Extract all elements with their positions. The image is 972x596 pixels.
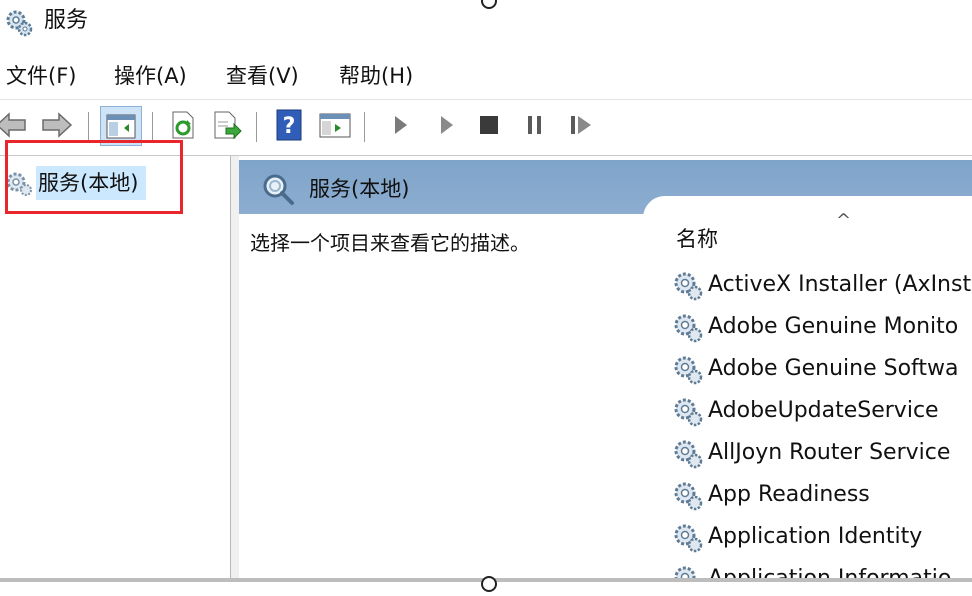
- service-gear-icon: [672, 564, 704, 578]
- forward-arrow-icon: [41, 112, 73, 138]
- export-list-button[interactable]: [210, 108, 244, 142]
- service-gear-icon: [672, 480, 704, 516]
- resize-grip-bottom[interactable]: [481, 576, 497, 592]
- export-list-icon: [212, 110, 242, 140]
- sort-ascending-icon[interactable]: ^: [836, 210, 851, 231]
- refresh-button[interactable]: [166, 108, 200, 142]
- service-row[interactable]: Application Informatio: [672, 558, 972, 578]
- magnifier-icon: [261, 172, 295, 210]
- service-row[interactable]: App Readiness: [672, 474, 972, 516]
- service-row[interactable]: AdobeUpdateService: [672, 390, 972, 432]
- properties-button[interactable]: [318, 108, 352, 142]
- service-row[interactable]: AllJoyn Router Service: [672, 432, 972, 474]
- refresh-icon: [169, 110, 197, 140]
- service-row[interactable]: ActiveX Installer (AxInst: [672, 264, 972, 306]
- service-gear-icon: [672, 270, 704, 306]
- service-name: Adobe Genuine Softwa: [708, 356, 959, 381]
- stop-icon: [479, 115, 499, 135]
- window-title: 服务: [44, 8, 89, 33]
- service-gear-icon: [672, 312, 704, 348]
- properties-icon: [319, 111, 351, 139]
- help-button[interactable]: ?: [272, 108, 306, 142]
- restart-service-button[interactable]: [564, 108, 598, 142]
- menu-help[interactable]: 帮助(H): [339, 58, 413, 94]
- service-gear-icon: [672, 522, 704, 558]
- services-gear-icon: [4, 8, 34, 38]
- forward-button[interactable]: [40, 108, 74, 142]
- menu-view[interactable]: 查看(V): [226, 58, 299, 94]
- service-name: Adobe Genuine Monito: [708, 314, 959, 339]
- menu-action[interactable]: 操作(A): [114, 58, 187, 94]
- restart-icon: [569, 114, 593, 136]
- play-outline-icon: [439, 114, 455, 136]
- help-icon: ?: [276, 109, 302, 141]
- service-gear-icon: [672, 438, 704, 474]
- pause-service-button[interactable]: [518, 108, 552, 142]
- start-service-button[interactable]: [384, 108, 418, 142]
- service-gear-icon: [672, 354, 704, 390]
- service-gear-icon: [672, 396, 704, 432]
- service-row[interactable]: Adobe Genuine Softwa: [672, 348, 972, 390]
- service-row[interactable]: Adobe Genuine Monito: [672, 306, 972, 348]
- start-service-alt-button[interactable]: [430, 108, 464, 142]
- menu-file[interactable]: 文件(F): [6, 58, 76, 94]
- console-tree-pane: [0, 156, 231, 582]
- console-tree-icon: [106, 112, 136, 140]
- back-arrow-icon: [0, 112, 27, 138]
- service-name: AdobeUpdateService: [708, 398, 939, 423]
- column-header-name[interactable]: 名称: [676, 224, 718, 254]
- menu-bar: 文件(F) 操作(A) 查看(V) 帮助(H): [0, 58, 972, 94]
- stop-service-button[interactable]: [472, 108, 506, 142]
- service-name: Application Informatio: [708, 558, 951, 578]
- toolbar-separator: [152, 112, 153, 142]
- toolbar-separator: [364, 112, 365, 142]
- play-icon: [393, 114, 409, 136]
- red-highlight-annotation: [5, 140, 183, 214]
- description-text: 选择一个项目来查看它的描述。: [250, 231, 530, 255]
- service-name: Application Identity: [708, 524, 923, 549]
- toolbar-separator: [88, 112, 89, 142]
- pause-icon: [526, 114, 544, 136]
- service-name: AllJoyn Router Service: [708, 440, 951, 465]
- back-button[interactable]: [0, 108, 28, 142]
- service-name: App Readiness: [708, 482, 870, 507]
- menu-divider: [0, 99, 972, 100]
- service-row[interactable]: Application Identity: [672, 516, 972, 558]
- service-name: ActiveX Installer (AxInst: [708, 272, 972, 297]
- detail-header-title: 服务(本地): [309, 177, 410, 201]
- svg-text:?: ?: [283, 114, 296, 139]
- toolbar-separator: [256, 112, 257, 142]
